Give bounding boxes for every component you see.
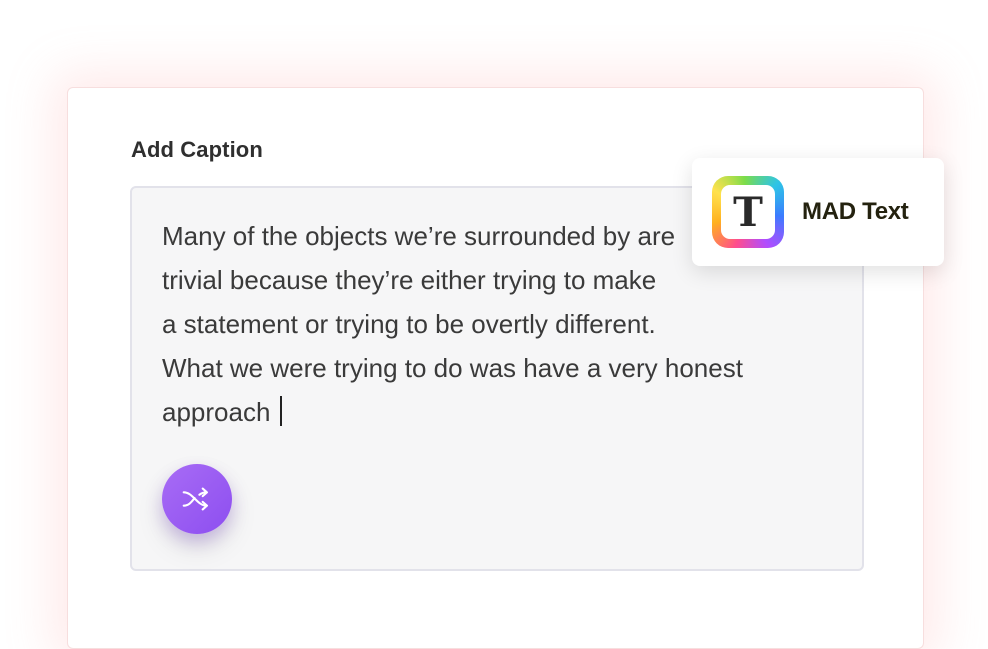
shuffle-button[interactable] — [162, 464, 232, 534]
caption-text-content: Many of the objects we’re surrounded by … — [162, 221, 743, 427]
text-cursor — [279, 396, 282, 426]
caption-label: Add Caption — [131, 137, 263, 162]
app-icon-letter: T — [721, 185, 775, 239]
app-name: MAD Text — [802, 198, 909, 225]
mad-text-app-icon: T — [712, 176, 784, 248]
app-badge: T MAD Text — [692, 158, 944, 266]
shuffle-icon — [182, 487, 209, 511]
